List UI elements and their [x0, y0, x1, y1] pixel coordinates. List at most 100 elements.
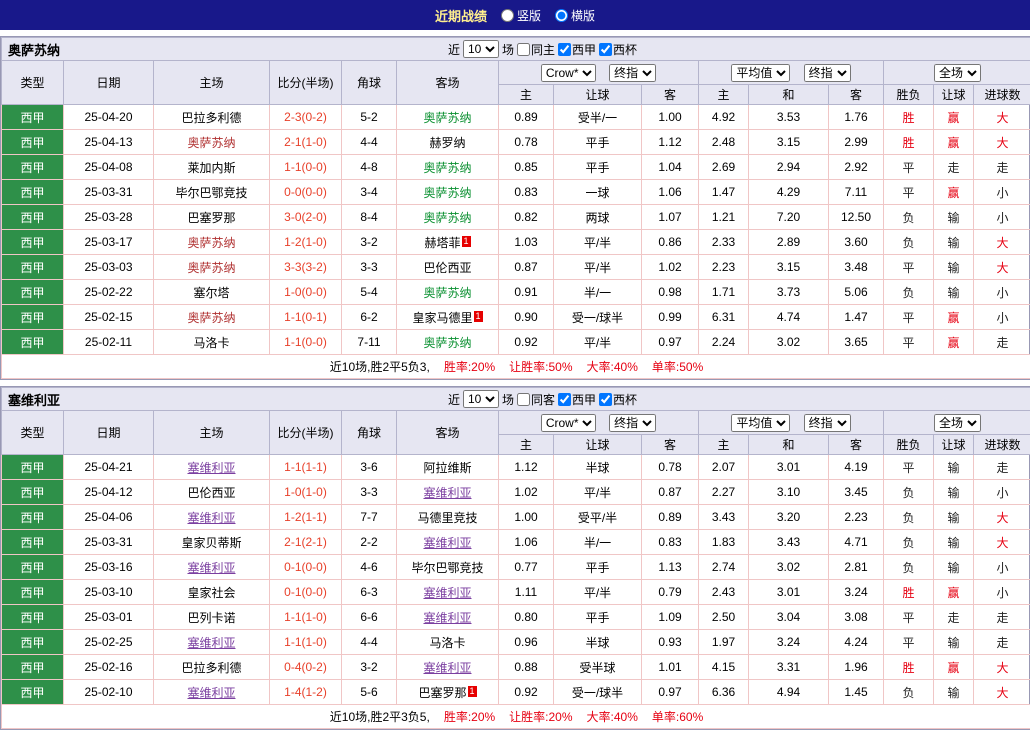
- corner-score-cell: 4-8: [342, 155, 397, 180]
- away-team-cell: 奥萨苏纳: [397, 155, 499, 180]
- away-odds-cell: 0.79: [642, 580, 699, 605]
- league-type-cell: 西甲: [2, 680, 64, 705]
- away-team-link[interactable]: 阿拉维斯: [423, 461, 471, 475]
- avg-draw-cell: 3.20: [749, 505, 829, 530]
- bookmaker-select[interactable]: Crow*: [541, 414, 596, 432]
- cup-filter[interactable]: 西杯: [599, 391, 637, 408]
- away-team-link[interactable]: 皇家马德里: [412, 311, 472, 325]
- recent-label: 近: [448, 41, 460, 58]
- average-select[interactable]: 平均值: [731, 414, 790, 432]
- avg-away-cell: 3.08: [829, 605, 884, 630]
- same-venue-checkbox[interactable]: [517, 393, 530, 406]
- league-type-cell: 西甲: [2, 605, 64, 630]
- home-team-link[interactable]: 塞尔塔: [193, 286, 229, 300]
- home-team-link[interactable]: 塞维利亚: [187, 636, 235, 650]
- col-corner: 角球: [342, 61, 397, 105]
- summary-stat: 单率:50%: [652, 360, 703, 374]
- recent-count-select[interactable]: 10: [463, 390, 499, 408]
- away-team-link[interactable]: 赫塔菲: [424, 236, 460, 250]
- home-team-link[interactable]: 马洛卡: [193, 336, 229, 350]
- home-team-link[interactable]: 皇家社会: [187, 586, 235, 600]
- home-odds-cell: 0.96: [499, 630, 554, 655]
- result-cell: 平: [884, 330, 934, 355]
- away-team-link[interactable]: 奥萨苏纳: [423, 286, 471, 300]
- home-team-link[interactable]: 皇家贝蒂斯: [181, 536, 241, 550]
- home-team-link[interactable]: 巴拉多利德: [181, 661, 241, 675]
- home-team-link[interactable]: 塞维利亚: [187, 686, 235, 700]
- home-team-link[interactable]: 巴拉多利德: [181, 111, 241, 125]
- avg-draw-cell: 3.31: [749, 655, 829, 680]
- league-checkbox[interactable]: [558, 393, 571, 406]
- same-venue-filter[interactable]: 同客: [517, 391, 555, 408]
- home-team-link[interactable]: 巴伦西亚: [187, 486, 235, 500]
- horizontal-layout-radio[interactable]: [555, 9, 568, 22]
- home-team-link[interactable]: 巴塞罗那: [187, 211, 235, 225]
- goals-result-cell: 小: [974, 580, 1030, 605]
- vertical-layout-radio[interactable]: [501, 9, 514, 22]
- final-odds-select[interactable]: 终指: [609, 64, 656, 82]
- home-team-link[interactable]: 奥萨苏纳: [187, 311, 235, 325]
- home-team-link[interactable]: 毕尔巴鄂竞技: [175, 186, 247, 200]
- layout-option-horizontal[interactable]: 横版: [555, 7, 595, 24]
- goals-result-cell: 走: [974, 605, 1030, 630]
- away-team-link[interactable]: 赫罗纳: [429, 136, 465, 150]
- away-team-link[interactable]: 塞维利亚: [423, 486, 471, 500]
- away-odds-cell: 0.97: [642, 680, 699, 705]
- away-team-link[interactable]: 奥萨苏纳: [423, 186, 471, 200]
- away-team-link[interactable]: 马德里竞技: [417, 511, 477, 525]
- final-odds-select-2[interactable]: 终指: [804, 64, 851, 82]
- away-team-link[interactable]: 毕尔巴鄂竞技: [411, 561, 483, 575]
- away-team-link[interactable]: 马洛卡: [429, 636, 465, 650]
- home-team-link[interactable]: 塞维利亚: [187, 461, 235, 475]
- final-odds-select[interactable]: 终指: [609, 414, 656, 432]
- away-team-link[interactable]: 塞维利亚: [423, 661, 471, 675]
- handicap-cell: 受半球: [554, 655, 642, 680]
- away-team-link[interactable]: 巴伦西亚: [423, 261, 471, 275]
- corner-score-cell: 4-4: [342, 130, 397, 155]
- avg-away-cell: 2.92: [829, 155, 884, 180]
- score-cell: 1-1(0-1): [270, 305, 342, 330]
- home-team-link[interactable]: 塞维利亚: [187, 511, 235, 525]
- home-team-link[interactable]: 奥萨苏纳: [187, 236, 235, 250]
- final-odds-select-2[interactable]: 终指: [804, 414, 851, 432]
- league-filter[interactable]: 西甲: [558, 391, 596, 408]
- filter-controls: 近 10 场 同客 西甲 西杯: [60, 390, 1025, 408]
- corner-score-cell: 5-2: [342, 105, 397, 130]
- home-odds-cell: 0.87: [499, 255, 554, 280]
- same-venue-checkbox[interactable]: [517, 43, 530, 56]
- away-team-link[interactable]: 奥萨苏纳: [423, 336, 471, 350]
- away-team-link[interactable]: 奥萨苏纳: [423, 111, 471, 125]
- layout-option-vertical[interactable]: 竖版: [501, 7, 541, 24]
- goals-result-cell: 大: [974, 230, 1030, 255]
- same-venue-filter[interactable]: 同主: [517, 41, 555, 58]
- away-team-cell: 赫塔菲1: [397, 230, 499, 255]
- home-team-link[interactable]: 奥萨苏纳: [187, 136, 235, 150]
- full-match-select[interactable]: 全场: [934, 414, 981, 432]
- cup-checkbox[interactable]: [599, 393, 612, 406]
- away-team-link[interactable]: 巴塞罗那: [418, 686, 466, 700]
- red-card-badge: 1: [474, 311, 483, 322]
- away-team-link[interactable]: 塞维利亚: [423, 611, 471, 625]
- home-team-link[interactable]: 莱加内斯: [187, 161, 235, 175]
- cup-filter[interactable]: 西杯: [599, 41, 637, 58]
- bookmaker-select[interactable]: Crow*: [541, 64, 596, 82]
- away-team-link[interactable]: 奥萨苏纳: [423, 211, 471, 225]
- away-team-link[interactable]: 塞维利亚: [423, 536, 471, 550]
- away-team-cell: 巴塞罗那1: [397, 680, 499, 705]
- league-filter[interactable]: 西甲: [558, 41, 596, 58]
- col-home-odds: 主: [499, 85, 554, 105]
- away-team-link[interactable]: 塞维利亚: [423, 586, 471, 600]
- match-row: 西甲25-04-13奥萨苏纳2-1(1-0)4-4赫罗纳0.78平手1.122.…: [2, 130, 1030, 155]
- col-score: 比分(半场): [270, 61, 342, 105]
- home-team-link[interactable]: 塞维利亚: [187, 561, 235, 575]
- league-checkbox[interactable]: [558, 43, 571, 56]
- home-team-link[interactable]: 巴列卡诺: [187, 611, 235, 625]
- recent-count-select[interactable]: 10: [463, 40, 499, 58]
- average-select[interactable]: 平均值: [731, 64, 790, 82]
- away-team-link[interactable]: 奥萨苏纳: [423, 161, 471, 175]
- home-team-link[interactable]: 奥萨苏纳: [187, 261, 235, 275]
- cup-checkbox[interactable]: [599, 43, 612, 56]
- handicap-cell: 平/半: [554, 580, 642, 605]
- full-match-select[interactable]: 全场: [934, 64, 981, 82]
- result-cell: 负: [884, 555, 934, 580]
